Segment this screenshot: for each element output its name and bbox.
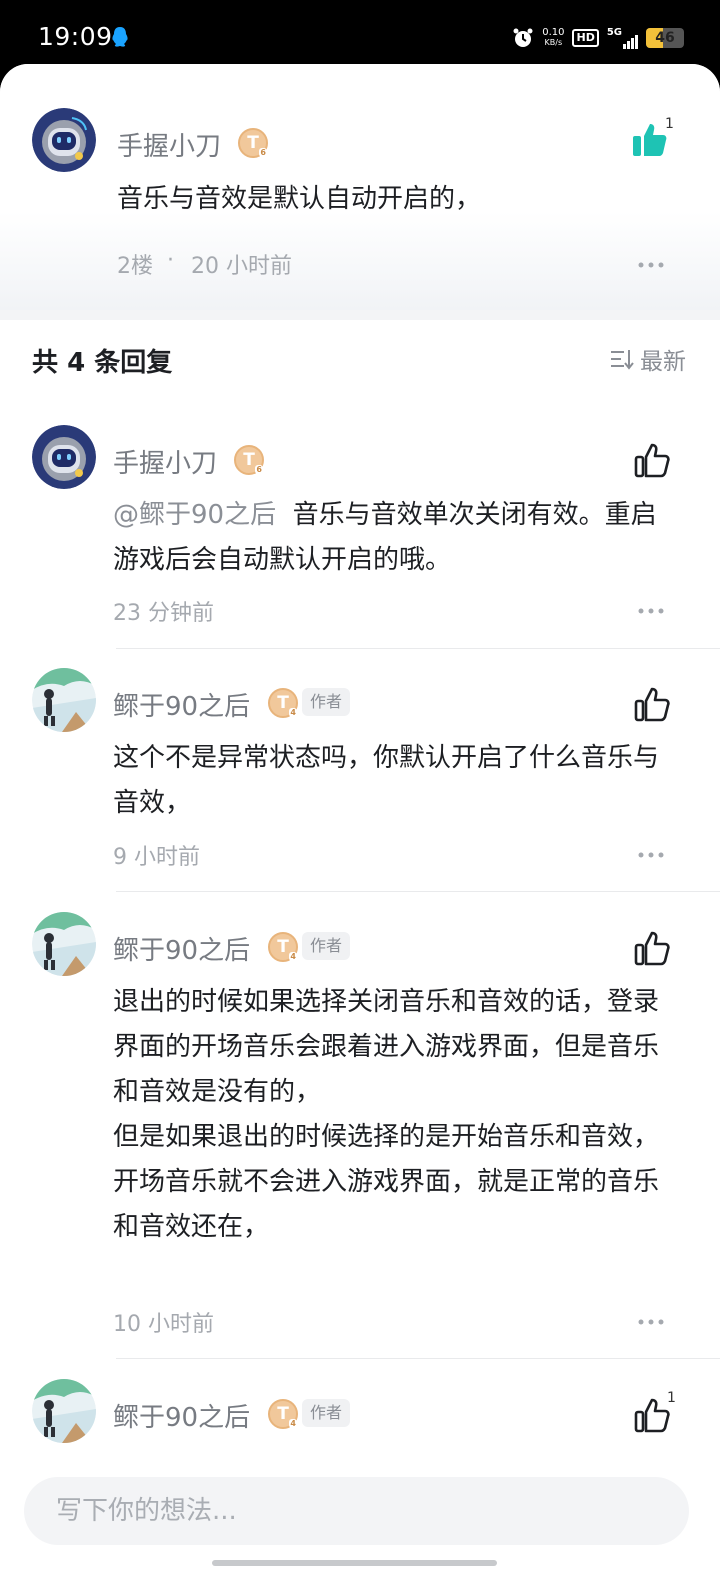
signal-icon: 5G [607, 27, 638, 49]
reply-content: 这个不是异常状态吗，你默认开启了什么音乐与音效， [113, 743, 660, 818]
reply-divider [116, 648, 720, 649]
reply-divider [116, 891, 720, 892]
username[interactable]: 鳏于90之后 [113, 930, 250, 967]
like-button[interactable] [632, 1395, 672, 1435]
username[interactable]: 手握小刀 [117, 126, 221, 163]
avatar[interactable] [32, 108, 96, 172]
reply-time: 9 小时前 [113, 845, 200, 870]
level-badge: T6 [234, 445, 264, 475]
level-badge: T4 [268, 932, 298, 962]
comment-content: 音乐与音效是默认自动开启的， [117, 184, 482, 214]
like-count: 1 [665, 116, 674, 132]
sort-button[interactable]: 最新 [610, 342, 686, 376]
thumbs-up-icon [634, 443, 670, 478]
more-icon[interactable] [638, 1314, 668, 1325]
like-button[interactable] [632, 684, 672, 724]
mention-link[interactable]: @鳏于90之后 [113, 500, 276, 530]
alarm-icon [513, 28, 533, 47]
status-time: 19:09 [38, 22, 113, 51]
thumbs-up-icon [634, 687, 670, 722]
reply-divider [116, 1358, 720, 1359]
avatar[interactable] [32, 668, 96, 732]
more-icon[interactable] [638, 603, 668, 614]
home-indicator[interactable] [212, 1560, 497, 1566]
avatar[interactable] [32, 912, 96, 976]
avatar[interactable] [32, 1379, 96, 1443]
replies-count-header: 共 4 条回复 [32, 348, 173, 378]
like-button[interactable] [632, 440, 672, 480]
more-icon[interactable] [638, 257, 668, 268]
status-icons: 0.10 KB/s HD 5G 46 [512, 24, 684, 52]
reply-content: 退出的时候如果选择关闭音乐和音效的话，登录界面的开场音乐会跟着进入游戏界面，但是… [113, 987, 660, 1242]
qq-icon [112, 27, 128, 47]
main-comment: 手握小刀 T6 音乐与音效是默认自动开启的， 2楼 · 20 小时前 1 [0, 64, 720, 310]
username[interactable]: 手握小刀 [113, 443, 217, 480]
net-speed: 0.10 KB/s [542, 27, 565, 48]
comment-input[interactable]: 写下你的想法... [24, 1477, 689, 1545]
username[interactable]: 鳏于90之后 [113, 1397, 250, 1434]
author-tag: 作者 [302, 688, 351, 716]
meta-separator: · [167, 248, 174, 273]
thumbs-up-filled-icon [633, 124, 667, 156]
thumbs-up-icon [634, 931, 670, 966]
username[interactable]: 鳏于90之后 [113, 686, 250, 723]
like-count: 1 [667, 1390, 676, 1406]
reply-time: 23 分钟前 [113, 601, 214, 626]
floor-label: 2楼 [117, 254, 153, 279]
reply-content: @鳏于90之后 音乐与音效单次关闭有效。重启游戏后会自动默认开启的哦。 [113, 500, 657, 575]
level-badge: T4 [268, 1399, 298, 1429]
sort-label: 最新 [640, 349, 686, 375]
avatar[interactable] [32, 425, 96, 489]
section-divider [0, 310, 720, 320]
author-tag: 作者 [302, 932, 351, 960]
comment-time: 20 小时前 [191, 254, 292, 279]
reply-time: 10 小时前 [113, 1312, 214, 1337]
thumbs-up-icon [634, 1398, 670, 1433]
level-badge: T6 [238, 128, 268, 158]
battery-icon: 46 [646, 28, 684, 48]
level-badge: T4 [268, 688, 298, 718]
more-icon[interactable] [638, 847, 668, 858]
comment-input-bar: 写下你的想法... [0, 1454, 720, 1592]
author-tag: 作者 [302, 1399, 351, 1427]
sort-icon [611, 350, 634, 370]
like-button[interactable] [632, 928, 672, 968]
hd-icon: HD [572, 29, 599, 47]
comment-sheet: 手握小刀 T6 音乐与音效是默认自动开启的， 2楼 · 20 小时前 1 共 4… [0, 64, 720, 1592]
like-button[interactable] [630, 120, 670, 160]
